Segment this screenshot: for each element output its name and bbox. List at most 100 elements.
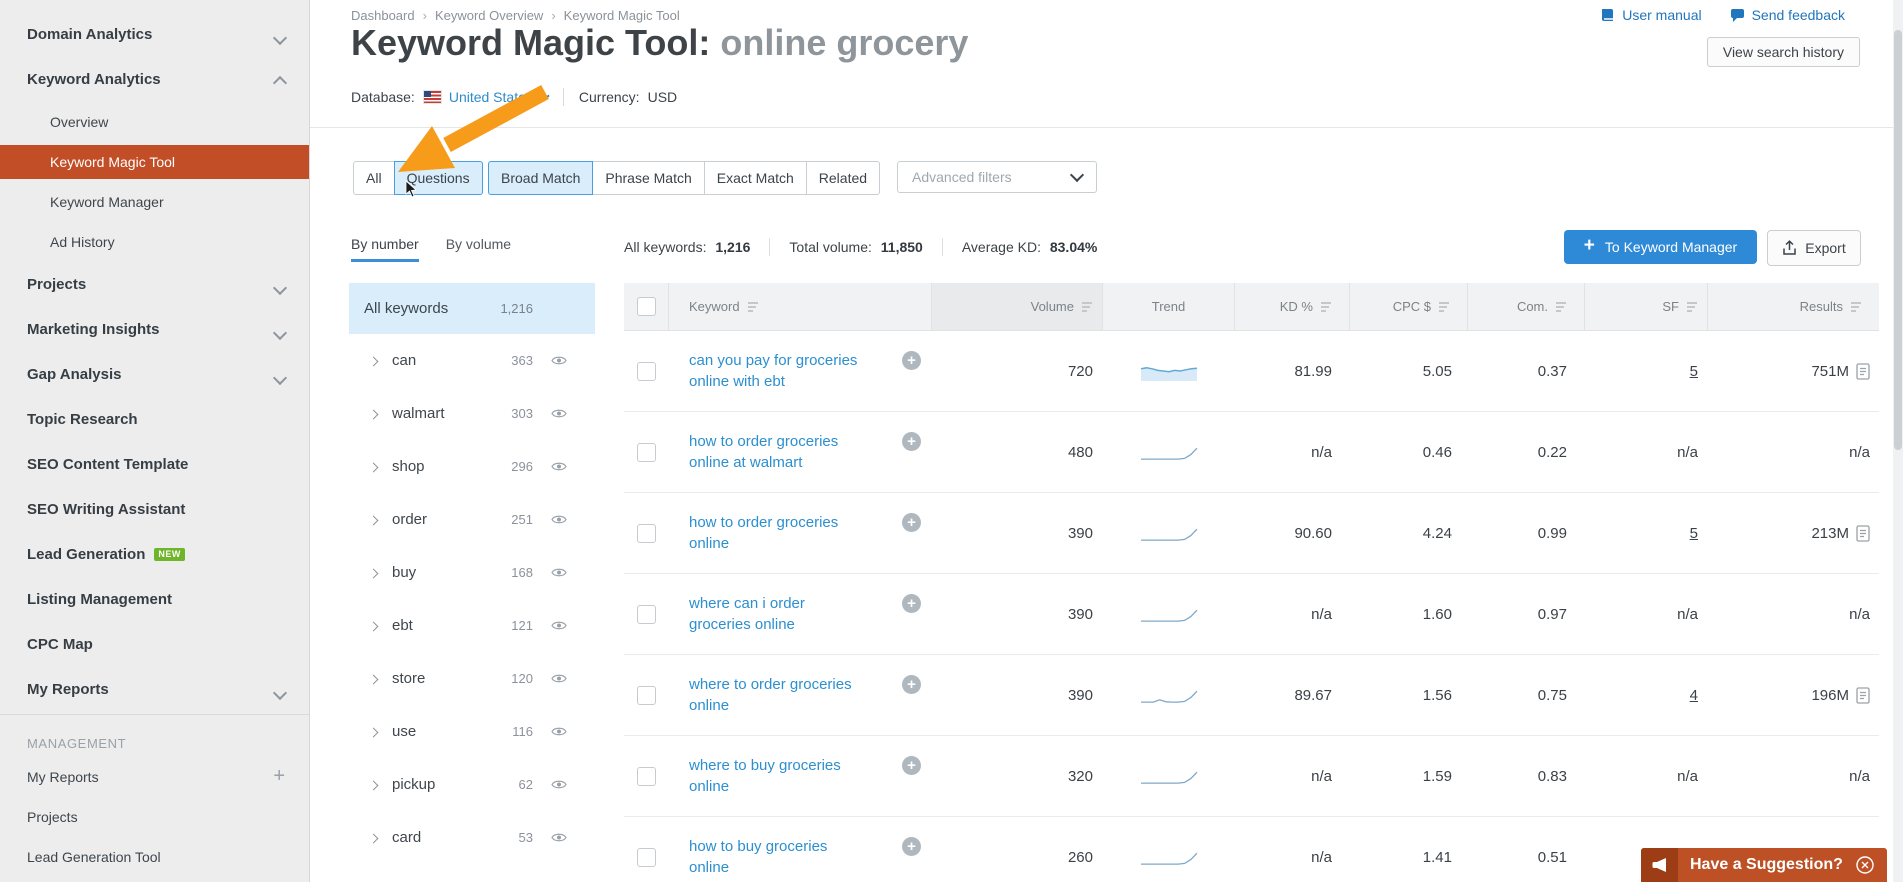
serp-features-link[interactable]: 5	[1690, 363, 1698, 380]
database-selector[interactable]: United States	[449, 89, 550, 105]
breadcrumb-keyword-overview[interactable]: Keyword Overview	[435, 8, 543, 23]
serp-snapshot-icon[interactable]	[1856, 686, 1870, 704]
eye-icon[interactable]	[551, 726, 567, 737]
keyword-link[interactable]: how to order groceries online	[689, 512, 859, 554]
add-keyword-button[interactable]: +	[902, 675, 921, 694]
view-search-history-button[interactable]: View search history	[1706, 37, 1860, 67]
suggestion-banner[interactable]: Have a Suggestion?	[1641, 848, 1887, 882]
row-checkbox[interactable]	[637, 847, 656, 867]
serp-snapshot-icon[interactable]	[1856, 524, 1870, 542]
column-header-cpc[interactable]: CPC $	[1350, 283, 1468, 331]
sidebar-item-lead-generation[interactable]: Lead Generation NEW	[0, 532, 309, 577]
row-checkbox[interactable]	[637, 361, 656, 381]
eye-icon[interactable]	[551, 673, 567, 684]
add-keyword-button[interactable]: +	[902, 432, 921, 451]
row-checkbox[interactable]	[637, 523, 656, 543]
sidebar-item-overview[interactable]: Overview	[0, 102, 309, 142]
tab-broad-match[interactable]: Broad Match	[488, 161, 594, 195]
chevron-down-icon	[272, 325, 288, 342]
row-checkbox[interactable]	[637, 442, 656, 462]
scrollbar-thumb[interactable]	[1894, 30, 1902, 450]
group-item-store[interactable]: store 120	[349, 652, 595, 705]
sidebar-item-projects[interactable]: Projects	[0, 262, 309, 307]
eye-icon[interactable]	[551, 832, 567, 843]
eye-icon[interactable]	[551, 779, 567, 790]
sidebar-item-gap-analysis[interactable]: Gap Analysis	[0, 352, 309, 397]
group-item-card[interactable]: card 53	[349, 811, 595, 864]
group-item-ebt[interactable]: ebt 121	[349, 599, 595, 652]
group-count: 53	[518, 830, 533, 845]
tab-exact-match[interactable]: Exact Match	[703, 161, 807, 195]
eye-icon[interactable]	[551, 514, 567, 525]
eye-icon[interactable]	[551, 355, 567, 366]
tab-all[interactable]: All	[353, 161, 395, 195]
keyword-link[interactable]: where to buy groceries online	[689, 755, 859, 797]
eye-icon[interactable]	[551, 567, 567, 578]
advanced-filters-dropdown[interactable]: Advanced filters	[897, 161, 1097, 193]
eye-icon[interactable]	[551, 408, 567, 419]
send-feedback-link[interactable]: Send feedback	[1730, 7, 1845, 23]
keyword-link[interactable]: how to order groceries online at walmart	[689, 431, 859, 473]
row-checkbox[interactable]	[637, 685, 656, 705]
eye-icon[interactable]	[551, 461, 567, 472]
group-item-can[interactable]: can 363	[349, 334, 595, 387]
page-scrollbar[interactable]	[1893, 0, 1903, 882]
to-keyword-manager-button[interactable]: + To Keyword Manager	[1564, 230, 1757, 264]
sidebar-item-ad-history[interactable]: Ad History	[0, 222, 309, 262]
sidebar-item-keyword-analytics[interactable]: Keyword Analytics	[0, 57, 309, 102]
keyword-link[interactable]: can you pay for groceries online with eb…	[689, 350, 859, 392]
column-header-volume[interactable]: Volume	[932, 283, 1103, 331]
serp-snapshot-icon[interactable]	[1856, 362, 1870, 380]
plus-icon[interactable]: +	[273, 765, 285, 788]
sidebar-item-keyword-magic-tool[interactable]: Keyword Magic Tool	[0, 145, 309, 179]
sidebar-item-marketing-insights[interactable]: Marketing Insights	[0, 307, 309, 352]
tab-by-number[interactable]: By number	[351, 236, 419, 262]
sidebar-item-topic-research[interactable]: Topic Research	[0, 397, 309, 442]
group-item-shop[interactable]: shop 296	[349, 440, 595, 493]
tab-questions[interactable]: Questions	[393, 161, 483, 195]
sidebar-item-keyword-manager[interactable]: Keyword Manager	[0, 182, 309, 222]
tab-by-volume[interactable]: By volume	[446, 236, 511, 262]
sidebar-item-seo-writing-assistant[interactable]: SEO Writing Assistant	[0, 487, 309, 532]
column-header-trend[interactable]: Trend	[1103, 283, 1235, 331]
eye-icon[interactable]	[551, 620, 567, 631]
close-icon[interactable]	[1855, 848, 1887, 882]
column-header-results[interactable]: Results	[1708, 283, 1879, 331]
sidebar-item-projects[interactable]: Projects	[0, 797, 309, 837]
add-keyword-button[interactable]: +	[902, 837, 921, 856]
sidebar-item-domain-analytics[interactable]: Domain Analytics	[0, 12, 309, 57]
keyword-link[interactable]: where can i order groceries online	[689, 593, 859, 635]
row-checkbox[interactable]	[637, 604, 656, 624]
serp-features-link[interactable]: 5	[1690, 525, 1698, 542]
serp-features-link[interactable]: 4	[1690, 687, 1698, 704]
export-button[interactable]: Export	[1767, 230, 1861, 266]
add-keyword-button[interactable]: +	[902, 756, 921, 775]
sidebar-item-seo-content-template[interactable]: SEO Content Template	[0, 442, 309, 487]
add-keyword-button[interactable]: +	[902, 513, 921, 532]
group-item-walmart[interactable]: walmart 303	[349, 387, 595, 440]
group-all-keywords[interactable]: All keywords 1,216	[349, 283, 595, 334]
tab-related[interactable]: Related	[805, 161, 881, 195]
tab-phrase-match[interactable]: Phrase Match	[592, 161, 705, 195]
group-item-order[interactable]: order 251	[349, 493, 595, 546]
sidebar-item-lead-generation-tool[interactable]: Lead Generation Tool	[0, 837, 309, 877]
user-manual-link[interactable]: User manual	[1600, 7, 1702, 23]
column-header-com[interactable]: Com.	[1468, 283, 1585, 331]
sidebar-item-listing-management[interactable]: Listing Management	[0, 577, 309, 622]
row-checkbox[interactable]	[637, 766, 656, 786]
group-item-buy[interactable]: buy 168	[349, 546, 595, 599]
group-item-pickup[interactable]: pickup 62	[349, 758, 595, 811]
column-header-kd[interactable]: KD %	[1235, 283, 1350, 331]
group-item-use[interactable]: use 116	[349, 705, 595, 758]
add-keyword-button[interactable]: +	[902, 594, 921, 613]
keyword-link[interactable]: how to buy groceries online	[689, 836, 859, 878]
breadcrumb-dashboard[interactable]: Dashboard	[351, 8, 415, 23]
sidebar-item-my-reports[interactable]: My Reports	[0, 667, 309, 712]
select-all-checkbox[interactable]	[636, 297, 656, 316]
add-keyword-button[interactable]: +	[902, 351, 921, 370]
sidebar-item-my-reports[interactable]: My Reports +	[0, 757, 309, 797]
column-header-keyword[interactable]: Keyword	[669, 283, 932, 331]
keyword-link[interactable]: where to order groceries online	[689, 674, 859, 716]
column-header-sf[interactable]: SF	[1585, 283, 1708, 331]
sidebar-item-cpc-map[interactable]: CPC Map	[0, 622, 309, 667]
